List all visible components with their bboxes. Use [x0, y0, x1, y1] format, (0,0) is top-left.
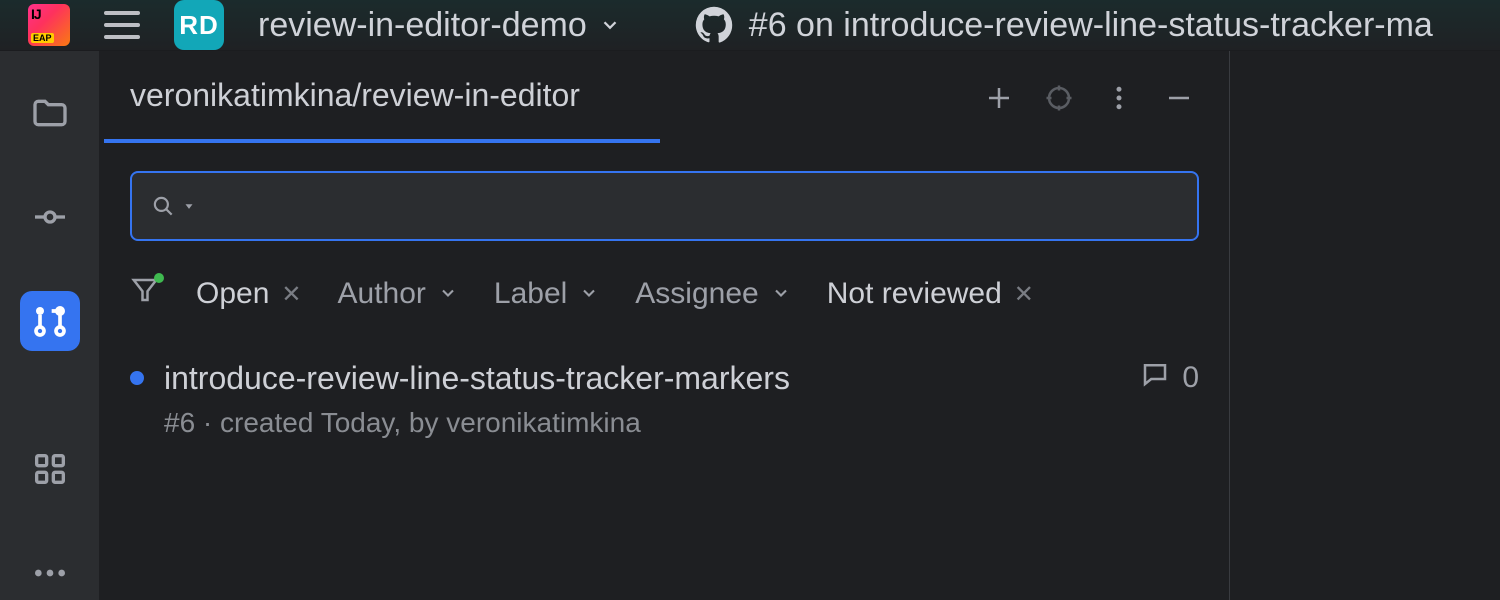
filter-author-label: Author: [338, 277, 426, 311]
pr-meta: #6 · created Today, by veronikatimkina: [130, 407, 1199, 439]
tool-commits[interactable]: [20, 187, 80, 247]
filter-assignee[interactable]: Assignee: [635, 277, 790, 311]
comment-icon: [1140, 359, 1170, 397]
search-icon: [150, 193, 176, 219]
project-badge: RD: [174, 0, 224, 50]
filter-review[interactable]: Not reviewed ✕: [827, 277, 1034, 311]
filter-icon[interactable]: [130, 275, 160, 313]
app-logo-text: IJ: [31, 7, 41, 21]
tab-repository[interactable]: veronikatimkina/review-in-editor: [130, 77, 580, 120]
tool-pull-requests[interactable]: [20, 291, 80, 351]
vcs-context[interactable]: #6 on introduce-review-line-status-track…: [695, 6, 1433, 45]
app-logo-sub: EAP: [31, 33, 54, 43]
unread-dot-icon: [130, 371, 144, 385]
tool-project[interactable]: [20, 83, 80, 143]
pr-list: introduce-review-line-status-tracker-mar…: [100, 333, 1229, 465]
minimize-panel-button[interactable]: [1159, 78, 1199, 118]
chevron-down-icon: [771, 277, 791, 311]
filter-author[interactable]: Author: [338, 277, 458, 311]
editor-area: [1230, 51, 1500, 600]
titlebar: IJ EAP RD review-in-editor-demo #6 on in…: [0, 0, 1500, 51]
filter-state-label: Open: [196, 277, 269, 311]
project-name: review-in-editor-demo: [258, 6, 587, 45]
context-text: #6 on introduce-review-line-status-track…: [749, 6, 1433, 45]
filter-bar: Open ✕ Author Label Assignee: [100, 241, 1229, 333]
pr-item[interactable]: introduce-review-line-status-tracker-mar…: [130, 359, 1199, 439]
tab-row: veronikatimkina/review-in-editor: [100, 51, 1229, 145]
tab-label: veronikatimkina/review-in-editor: [130, 77, 580, 113]
left-tool-strip: [0, 51, 100, 600]
search-chevron-icon[interactable]: [182, 199, 196, 213]
panel-options-button[interactable]: [1099, 78, 1139, 118]
filter-label[interactable]: Label: [494, 277, 599, 311]
target-icon[interactable]: [1039, 78, 1079, 118]
new-pr-button[interactable]: [979, 78, 1019, 118]
filter-review-label: Not reviewed: [827, 277, 1002, 311]
github-icon: [695, 6, 733, 44]
filter-state[interactable]: Open ✕: [196, 277, 302, 311]
search-box[interactable]: [130, 171, 1199, 241]
tab-underline: [104, 139, 660, 143]
pr-comments: 0: [1140, 359, 1199, 397]
chevron-down-icon: [438, 277, 458, 311]
filter-assignee-label: Assignee: [635, 277, 758, 311]
pull-requests-panel: veronikatimkina/review-in-editor: [100, 51, 1230, 600]
project-switcher[interactable]: review-in-editor-demo: [258, 6, 621, 45]
chevron-down-icon: [599, 6, 621, 45]
search-input[interactable]: [202, 191, 1179, 222]
close-icon[interactable]: ✕: [281, 280, 301, 309]
main-menu-button[interactable]: [104, 11, 140, 39]
pr-title: introduce-review-line-status-tracker-mar…: [164, 360, 790, 397]
chevron-down-icon: [579, 277, 599, 311]
close-icon[interactable]: ✕: [1014, 280, 1034, 309]
tool-structure[interactable]: [20, 439, 80, 499]
tool-more[interactable]: [20, 543, 80, 600]
pr-comment-count: 0: [1182, 361, 1199, 395]
app-icon: IJ EAP: [28, 4, 70, 46]
filter-label-label: Label: [494, 277, 567, 311]
filter-active-dot: [154, 273, 164, 283]
